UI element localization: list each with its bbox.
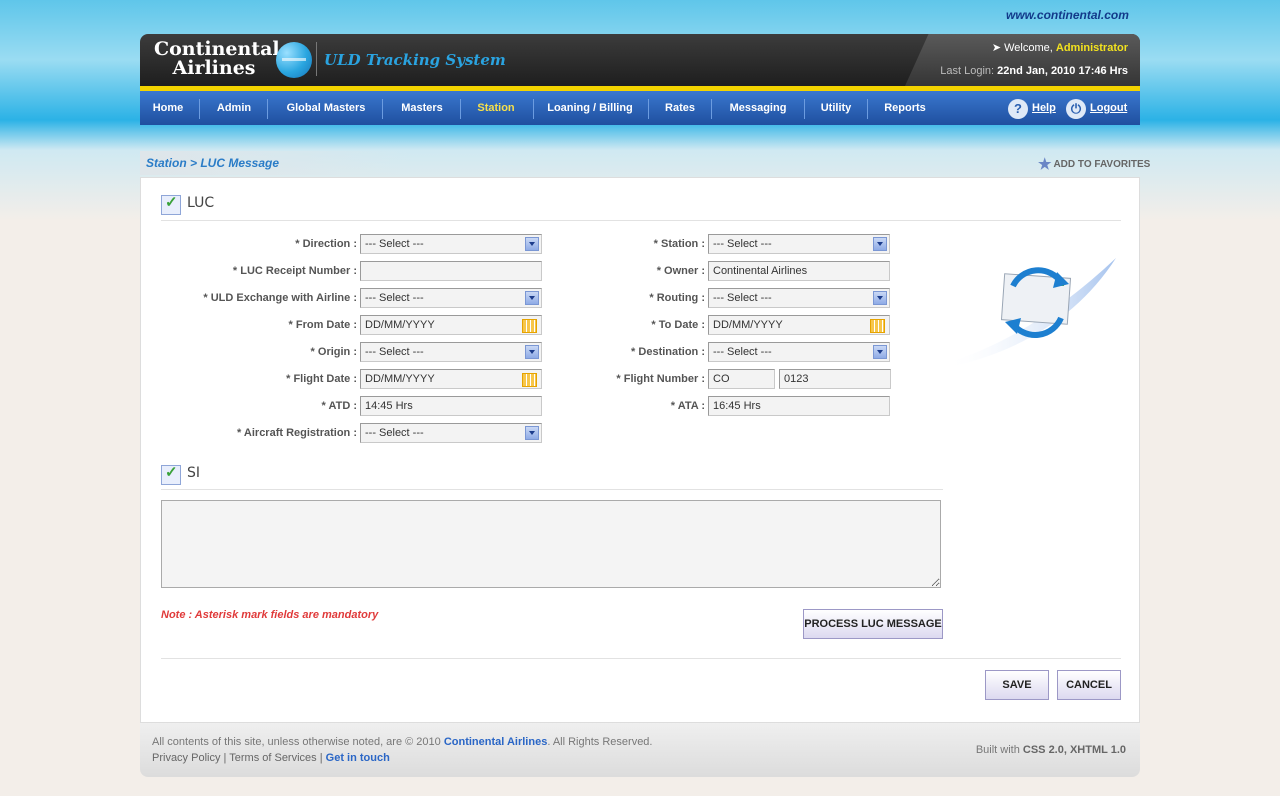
checklist-icon: [161, 193, 181, 215]
continental-airlines-link[interactable]: Continental Airlines: [444, 736, 548, 748]
section-title-luc: LUC: [187, 195, 215, 211]
chevron-down-icon[interactable]: [873, 345, 887, 359]
ata-input[interactable]: 16:45 Hrs: [708, 396, 890, 416]
nav-separator: [267, 99, 268, 119]
nav-separator: [382, 99, 383, 119]
chevron-down-icon[interactable]: [873, 291, 887, 305]
section-divider: [161, 489, 943, 490]
routing-label: * Routing :: [649, 292, 705, 304]
breadcrumb: Station > LUC Message: [146, 156, 280, 170]
calendar-icon[interactable]: [870, 319, 885, 333]
process-luc-message-button[interactable]: PROCESS LUC MESSAGE: [803, 609, 943, 639]
main-nav: Home Admin Global Masters Masters Statio…: [140, 91, 1140, 125]
help-icon[interactable]: ?: [1008, 99, 1028, 119]
luc-receipt-number-label: * LUC Receipt Number :: [232, 265, 357, 277]
flight-carrier-input[interactable]: CO: [708, 369, 775, 389]
nav-station[interactable]: Station: [468, 91, 524, 125]
aircraft-registration-select[interactable]: --- Select ---: [360, 423, 542, 443]
footer: All contents of this site, unless otherw…: [140, 723, 1140, 777]
privacy-policy-link[interactable]: Privacy Policy: [152, 752, 220, 764]
destination-label: * Destination :: [631, 346, 705, 358]
nav-global-masters[interactable]: Global Masters: [276, 91, 376, 125]
main-panel: LUC * Direction : --- Select --- * LUC R…: [140, 177, 1140, 723]
ata-label: * ATA :: [670, 400, 705, 412]
nav-utility[interactable]: Utility: [810, 91, 862, 125]
section-divider: [161, 220, 1121, 221]
nav-reports[interactable]: Reports: [874, 91, 936, 125]
app-title: ULD Tracking System: [324, 51, 506, 69]
last-login: Last Login: 22nd Jan, 2010 17:46 Hrs: [940, 65, 1128, 77]
section-divider: [161, 658, 1121, 659]
continental-logo[interactable]: Continental Airlines: [154, 40, 314, 82]
aircraft-registration-label: * Aircraft Registration :: [236, 427, 357, 439]
get-in-touch-link[interactable]: Get in touch: [326, 752, 390, 764]
nav-separator: [867, 99, 868, 119]
logo-line2: Airlines: [172, 57, 256, 79]
nav-separator: [199, 99, 200, 119]
add-to-favorites[interactable]: ★ ADD TO FAVORITES: [1038, 155, 1150, 173]
mandatory-note: Note : Asterisk mark fields are mandator…: [161, 609, 379, 621]
checklist-icon: [161, 463, 181, 485]
help-link[interactable]: Help: [1032, 91, 1056, 125]
nav-separator: [648, 99, 649, 119]
owner-input[interactable]: Continental Airlines: [708, 261, 890, 281]
owner-label: * Owner :: [656, 265, 705, 277]
copyright: All contents of this site, unless otherw…: [152, 736, 653, 748]
message-envelope-icon: [946, 258, 1116, 368]
flight-number-input[interactable]: 0123: [779, 369, 891, 389]
nav-messaging[interactable]: Messaging: [718, 91, 798, 125]
from-date-label: * From Date :: [288, 319, 357, 331]
footer-links: Privacy Policy | Terms of Services | Get…: [152, 752, 390, 764]
station-label: * Station :: [653, 238, 705, 250]
star-icon: ★: [1038, 156, 1052, 173]
last-login-value: 22nd Jan, 2010 17:46 Hrs: [997, 65, 1128, 77]
nav-masters[interactable]: Masters: [390, 91, 454, 125]
to-date-input[interactable]: DD/MM/YYYY: [708, 315, 890, 335]
terms-of-services-link[interactable]: Terms of Services: [229, 752, 316, 764]
uld-exchange-label: * ULD Exchange with Airline :: [203, 292, 357, 304]
nav-separator: [460, 99, 461, 119]
username[interactable]: Administrator: [1056, 42, 1128, 54]
site-url[interactable]: www.continental.com: [1006, 8, 1129, 22]
chevron-down-icon[interactable]: [873, 237, 887, 251]
user-info-panel: ➤ Welcome, Administrator Last Login: 22n…: [905, 34, 1140, 86]
station-select[interactable]: --- Select ---: [708, 234, 890, 254]
si-textarea[interactable]: [161, 500, 941, 588]
nav-home[interactable]: Home: [146, 91, 190, 125]
flight-number-label: * Flight Number :: [616, 373, 705, 385]
globe-icon: [276, 42, 312, 78]
flight-date-label: * Flight Date :: [286, 373, 357, 385]
header-divider: [316, 42, 317, 76]
to-date-label: * To Date :: [651, 319, 705, 331]
cancel-button[interactable]: CANCEL: [1057, 670, 1121, 700]
nav-separator: [533, 99, 534, 119]
routing-select[interactable]: --- Select ---: [708, 288, 890, 308]
section-title-si: SI: [187, 465, 201, 481]
power-icon[interactable]: ⏻: [1066, 99, 1086, 119]
welcome-text: ➤ Welcome, Administrator: [991, 42, 1128, 54]
atd-label: * ATD :: [321, 400, 357, 412]
origin-label: * Origin :: [310, 346, 357, 358]
chevron-down-icon[interactable]: [525, 426, 539, 440]
save-button[interactable]: SAVE: [985, 670, 1049, 700]
nav-admin[interactable]: Admin: [208, 91, 260, 125]
built-with: Built with CSS 2.0, XHTML 1.0: [975, 744, 1126, 756]
logout-link[interactable]: Logout: [1090, 91, 1127, 125]
direction-label: * Direction :: [295, 238, 357, 250]
arrow-icon: ➤: [991, 42, 1005, 54]
nav-rates[interactable]: Rates: [656, 91, 704, 125]
app-header: Continental Airlines ULD Tracking System…: [140, 34, 1140, 86]
nav-loaning-billing[interactable]: Loaning / Billing: [540, 91, 640, 125]
nav-separator: [804, 99, 805, 119]
nav-separator: [711, 99, 712, 119]
destination-select[interactable]: --- Select ---: [708, 342, 890, 362]
